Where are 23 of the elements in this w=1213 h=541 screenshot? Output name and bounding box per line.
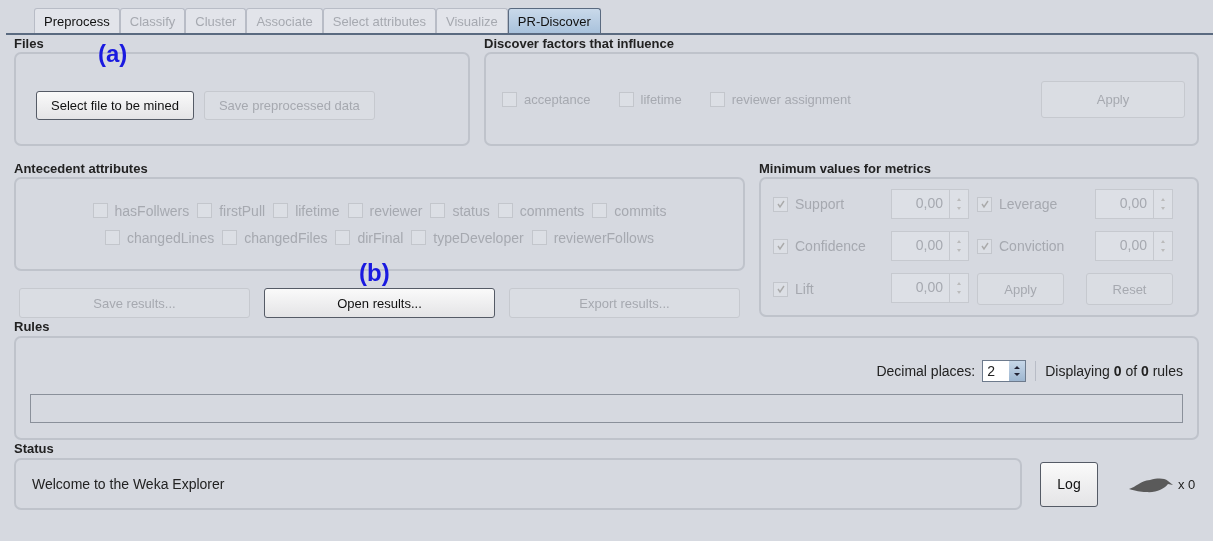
section-title: Rules	[14, 319, 51, 335]
section-title: Files	[14, 36, 45, 52]
section-title: Antecedent attributes	[14, 161, 149, 177]
log-button[interactable]: Log	[1040, 461, 1098, 507]
check-icon	[979, 241, 990, 251]
open-results-button[interactable]: Open results...	[264, 288, 495, 318]
task-count: x 0	[1178, 476, 1196, 492]
tab[interactable]: Preprocess	[34, 8, 120, 33]
section-title: Minimum values for metrics	[759, 161, 932, 177]
check-icon	[979, 199, 990, 209]
rules-count-text: Displaying 0 of 0 rules	[1045, 363, 1183, 379]
check-icon	[775, 241, 786, 251]
check-icon	[775, 199, 786, 209]
decimal-places-spinner[interactable]: 2	[982, 360, 1027, 382]
annotation-label: (a)	[98, 42, 128, 66]
select-file-button[interactable]: Select file to be mined	[36, 90, 194, 120]
status-message: Welcome to the Weka Explorer	[32, 476, 225, 492]
annotation-label: (b)	[359, 261, 390, 285]
check-icon	[775, 284, 786, 294]
section-title: Status	[14, 441, 55, 457]
decimal-places-label: Decimal places:	[876, 363, 976, 379]
section-title: Discover factors that influence	[484, 36, 675, 52]
tab[interactable]: PR-Discover	[507, 8, 601, 33]
